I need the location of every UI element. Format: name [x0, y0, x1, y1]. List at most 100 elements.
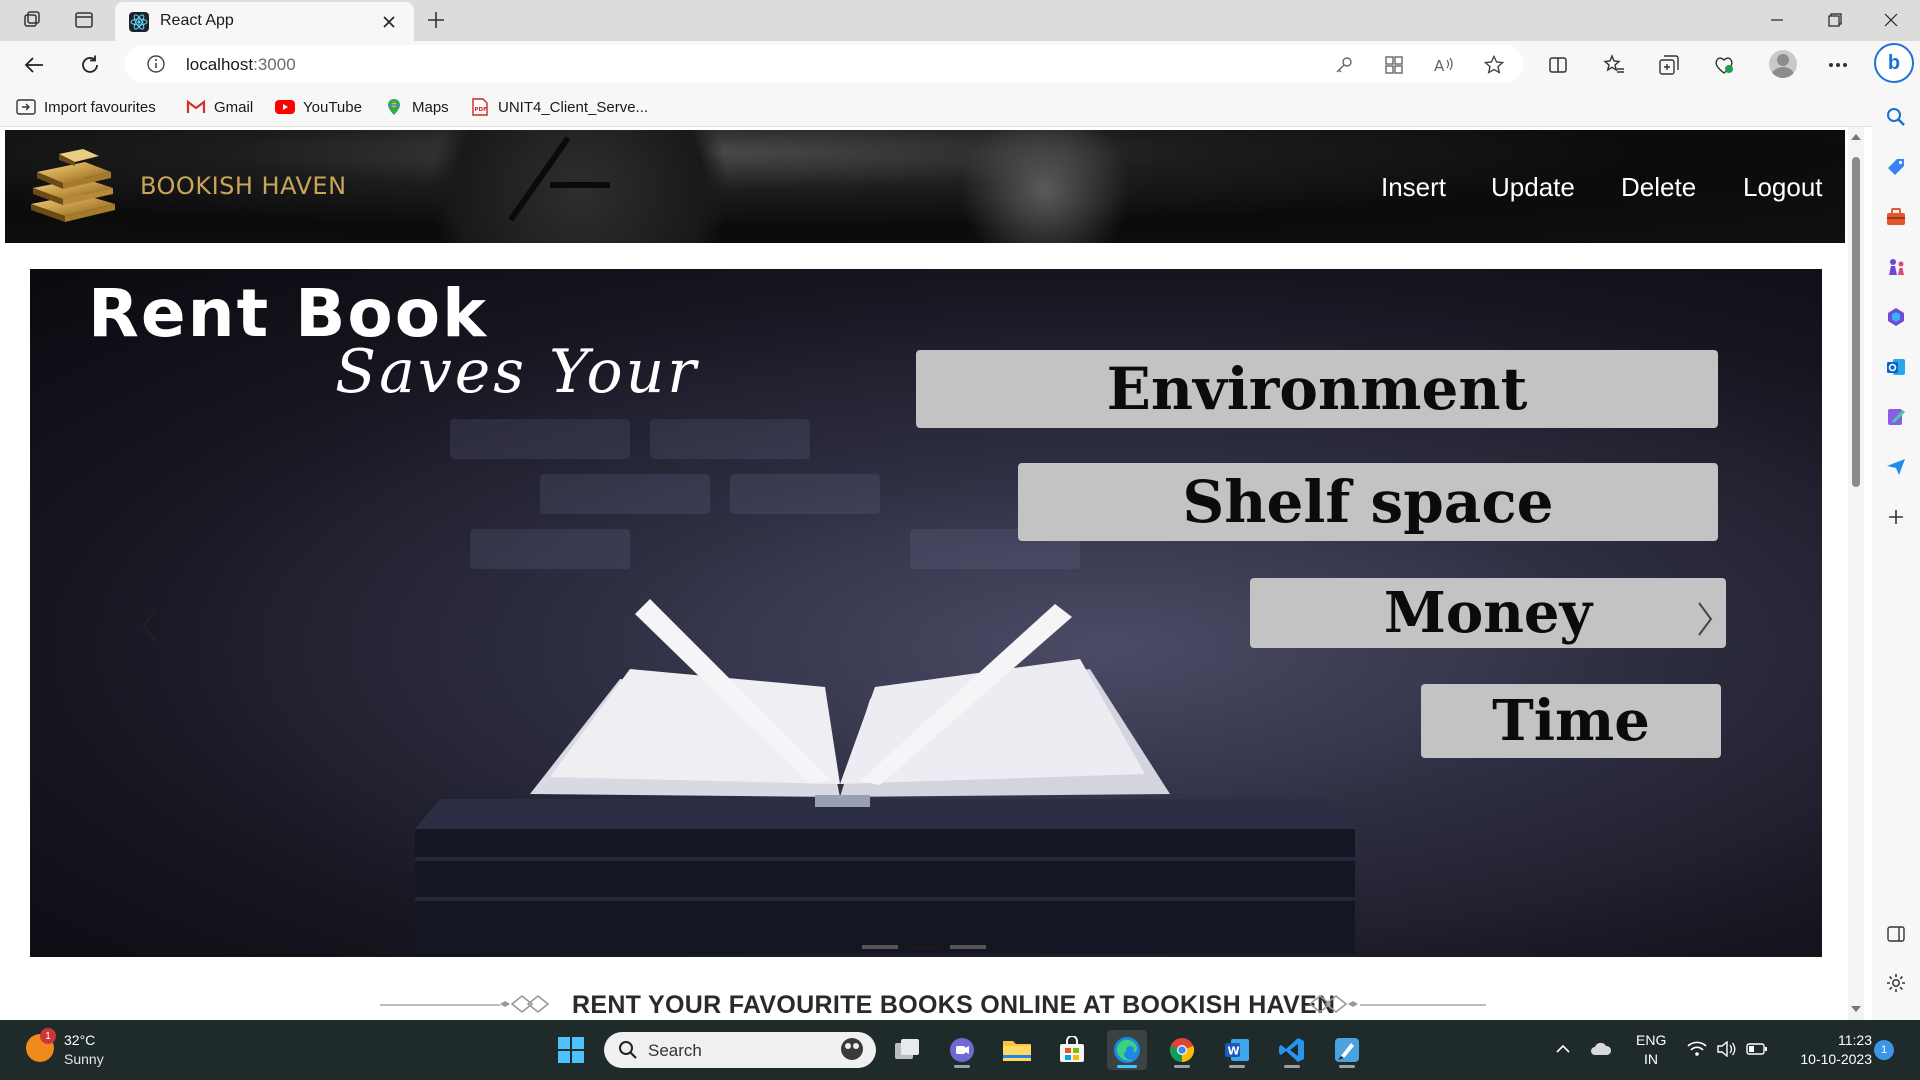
running-indicator	[1339, 1065, 1355, 1068]
new-tab-icon[interactable]	[420, 6, 452, 34]
paint-app-icon[interactable]	[1327, 1030, 1367, 1070]
settings-gear-icon[interactable]	[1882, 969, 1910, 997]
send-drop-icon[interactable]	[1882, 453, 1910, 481]
volume-icon[interactable]	[1715, 1038, 1737, 1060]
apps-grid-icon[interactable]	[1382, 53, 1406, 77]
bookmark-unit4-pdf[interactable]: PDF UNIT4_Client_Serve...	[470, 96, 648, 118]
outlook-icon[interactable]	[1882, 353, 1910, 381]
running-indicator	[1174, 1065, 1190, 1068]
taskbar-search-placeholder: Search	[648, 1041, 702, 1060]
weather-badge: 1	[40, 1028, 56, 1044]
close-window-icon[interactable]	[1862, 0, 1920, 40]
bing-copilot-icon[interactable]: b	[1874, 43, 1914, 83]
vscode-icon[interactable]	[1272, 1030, 1312, 1070]
hide-sidebar-icon[interactable]	[1882, 920, 1910, 948]
clock-time[interactable]: 11:23	[1780, 1032, 1872, 1048]
teams-chat-icon[interactable]	[942, 1030, 982, 1070]
url-input[interactable]: localhost:3000 A	[124, 45, 1524, 83]
language-code[interactable]: ENG	[1636, 1032, 1666, 1048]
scroll-up-icon[interactable]	[1850, 131, 1862, 143]
divider	[1360, 1004, 1486, 1006]
refresh-icon[interactable]	[72, 47, 108, 83]
clock-date[interactable]: 10-10-2023	[1780, 1051, 1872, 1067]
browser-essentials-icon[interactable]	[1708, 49, 1740, 81]
divider	[380, 1004, 500, 1006]
scroll-down-icon[interactable]	[1850, 1003, 1862, 1015]
pdf-icon: PDF	[470, 98, 490, 116]
minimize-icon[interactable]	[1748, 0, 1806, 40]
bookmark-gmail[interactable]: Gmail	[186, 96, 253, 118]
weather-temperature[interactable]: 32°C	[64, 1032, 95, 1048]
workspaces-icon[interactable]	[12, 6, 52, 34]
nav-insert-link[interactable]: Insert	[1381, 172, 1446, 203]
nav-delete-link[interactable]: Delete	[1621, 172, 1696, 203]
battery-icon[interactable]	[1746, 1038, 1768, 1060]
wifi-icon[interactable]	[1686, 1038, 1708, 1060]
address-toolbar: localhost:3000 A b	[0, 41, 1920, 87]
file-explorer-icon[interactable]	[997, 1030, 1037, 1070]
close-tab-icon[interactable]	[377, 10, 401, 34]
favorites-bar: Import favourites Gmail YouTube Maps PDF…	[0, 87, 1880, 127]
games-chess-icon[interactable]	[1882, 253, 1910, 281]
taskbar-search-input[interactable]: Search	[604, 1032, 876, 1068]
diamond-ornament-icon	[500, 994, 550, 1014]
books-stack-logo-icon[interactable]	[23, 146, 123, 224]
wall-brick	[450, 419, 630, 459]
site-logo-text[interactable]: BOOKISH HAVEN	[140, 172, 347, 200]
site-info-icon[interactable]	[146, 54, 166, 74]
chrome-icon[interactable]	[1162, 1030, 1202, 1070]
gmail-icon	[186, 98, 206, 116]
running-indicator	[1284, 1065, 1300, 1068]
wall-brick	[650, 419, 810, 459]
task-view-icon[interactable]	[887, 1030, 927, 1070]
benefit-shelf-space: Shelf space	[1018, 463, 1718, 541]
tab-title: React App	[160, 12, 234, 29]
edge-browser-icon[interactable]	[1107, 1030, 1147, 1070]
onedrive-cloud-icon[interactable]	[1590, 1038, 1612, 1060]
maps-icon	[384, 98, 404, 116]
scroll-thumb[interactable]	[1852, 157, 1860, 487]
profile-avatar[interactable]	[1769, 50, 1797, 78]
vertical-tabs-icon[interactable]	[64, 6, 104, 34]
language-region[interactable]: IN	[1636, 1051, 1666, 1067]
start-windows-icon[interactable]	[551, 1030, 591, 1070]
notification-badge[interactable]: 1	[1874, 1040, 1894, 1060]
nav-logout-link[interactable]: Logout	[1743, 172, 1823, 203]
carousel-next-icon[interactable]	[1690, 594, 1720, 644]
weather-description[interactable]: Sunny	[64, 1051, 104, 1067]
carousel-subheadline: Saves Your	[335, 337, 699, 407]
svg-text:A: A	[1434, 57, 1445, 75]
show-hidden-icons-chevron-icon[interactable]	[1552, 1038, 1574, 1060]
carousel-prev-icon[interactable]	[135, 601, 165, 651]
read-aloud-icon[interactable]: A	[1432, 53, 1456, 77]
shopping-tag-icon[interactable]	[1882, 153, 1910, 181]
microsoft-365-icon[interactable]	[1882, 303, 1910, 331]
nav-update-link[interactable]: Update	[1491, 172, 1575, 203]
clock-hand	[550, 182, 610, 188]
tab-react-app[interactable]: React App	[115, 2, 414, 41]
carousel-indicator-2[interactable]	[906, 945, 942, 949]
microsoft-store-icon[interactable]	[1052, 1030, 1092, 1070]
collections-icon[interactable]	[1653, 49, 1685, 81]
search-icon[interactable]	[1882, 103, 1910, 131]
designer-icon[interactable]	[1882, 403, 1910, 431]
password-key-icon[interactable]	[1332, 53, 1356, 77]
carousel-indicator-3[interactable]	[950, 945, 986, 949]
back-icon[interactable]	[16, 47, 52, 83]
favorite-star-icon[interactable]	[1482, 53, 1506, 77]
more-options-icon[interactable]	[1822, 49, 1854, 81]
bookmark-youtube[interactable]: YouTube	[275, 96, 362, 118]
url-port: :3000	[253, 55, 296, 74]
restore-icon[interactable]	[1806, 0, 1864, 40]
favorites-icon[interactable]	[1598, 49, 1630, 81]
carousel-indicator-1[interactable]	[862, 945, 898, 949]
url-text: localhost:3000	[186, 55, 296, 75]
benefit-time: Time	[1421, 684, 1721, 758]
bookmark-maps[interactable]: Maps	[384, 96, 449, 118]
add-sidebar-app-icon[interactable]	[1882, 503, 1910, 531]
word-icon[interactable]: W	[1217, 1030, 1257, 1070]
bookmark-import-favourites[interactable]: Import favourites	[16, 96, 156, 118]
split-screen-icon[interactable]	[1542, 49, 1574, 81]
tools-briefcase-icon[interactable]	[1882, 203, 1910, 231]
page-scrollbar[interactable]	[1848, 127, 1864, 1020]
